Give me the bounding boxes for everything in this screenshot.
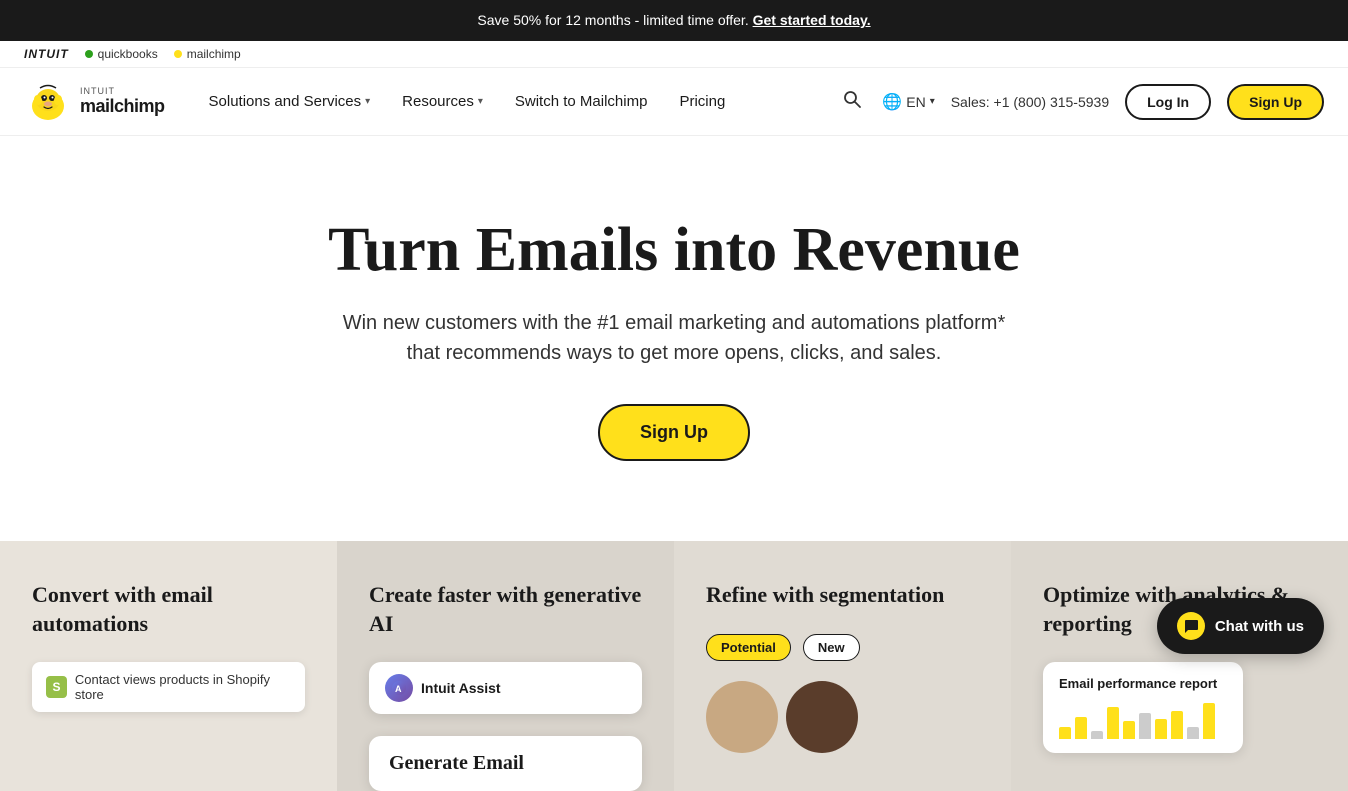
globe-icon: 🌐 [882, 92, 902, 112]
chat-icon [1177, 612, 1205, 640]
person-avatar-2 [786, 681, 858, 753]
top-banner: Save 50% for 12 months - limited time of… [0, 0, 1348, 41]
hero-section: Turn Emails into Revenue Win new custome… [0, 136, 1348, 541]
segmentation-badges: Potential New [706, 634, 979, 661]
bar-2 [1075, 717, 1087, 739]
segmentation-card-title: Refine with segmentation [706, 581, 979, 610]
intuit-assist-label: Intuit Assist [421, 680, 501, 696]
mailchimp-intuit-label: mailchimp [187, 47, 241, 61]
lang-chevron-icon: ▾ [930, 96, 935, 107]
segmentation-people [706, 681, 979, 753]
person-avatar-1 [706, 681, 778, 753]
logo-mailchimp-text: mailchimp [80, 97, 165, 117]
mailchimp-dot [174, 50, 182, 58]
ai-card-title: Create faster with generative AI [369, 581, 642, 638]
nav-solutions-services[interactable]: Solutions and Services ▾ [197, 85, 383, 118]
bar-6 [1139, 713, 1151, 739]
bar-3 [1091, 731, 1103, 739]
nav-right: 🌐 EN ▾ Sales: +1 (800) 315-5939 Log In S… [838, 84, 1324, 120]
solutions-services-label: Solutions and Services [209, 93, 362, 110]
hero-headline: Turn Emails into Revenue [40, 216, 1308, 284]
quickbooks-dot [85, 50, 93, 58]
logo-link[interactable]: INTUIT mailchimp [24, 78, 165, 126]
intuit-assist-card: A Intuit Assist [369, 662, 642, 714]
banner-text: Save 50% for 12 months - limited time of… [477, 12, 748, 28]
mailchimp-link[interactable]: mailchimp [174, 47, 241, 61]
language-label: EN [906, 94, 925, 110]
bar-8 [1171, 711, 1183, 739]
chat-bubble-icon [1183, 618, 1199, 634]
nav-resources[interactable]: Resources ▾ [390, 85, 495, 118]
potential-badge: Potential [706, 634, 791, 661]
nav-pricing[interactable]: Pricing [667, 85, 737, 118]
svg-text:A: A [395, 684, 402, 694]
solutions-chevron-icon: ▾ [365, 96, 370, 107]
resources-label: Resources [402, 93, 474, 110]
main-nav: INTUIT mailchimp Solutions and Services … [0, 68, 1348, 136]
automations-card-title: Convert with email automations [32, 581, 305, 638]
email-report-card: Email performance report [1043, 662, 1243, 753]
feature-cards-row: Convert with email automations S Contact… [0, 541, 1348, 791]
chat-label: Chat with us [1215, 618, 1304, 635]
generate-email-box: Generate Email [369, 736, 642, 791]
intuit-logo: INTUIT [24, 47, 69, 61]
bar-10 [1203, 703, 1215, 739]
search-button[interactable] [838, 85, 866, 118]
resources-chevron-icon: ▾ [478, 96, 483, 107]
banner-cta[interactable]: Get started today. [753, 12, 871, 28]
language-selector[interactable]: 🌐 EN ▾ [882, 92, 934, 112]
feature-card-ai: Create faster with generative AI A [337, 541, 674, 791]
signup-nav-button[interactable]: Sign Up [1227, 84, 1324, 120]
feature-card-segmentation: Refine with segmentation Potential New [674, 541, 1011, 791]
pricing-label: Pricing [679, 93, 725, 110]
bar-7 [1155, 719, 1167, 739]
nav-links: Solutions and Services ▾ Resources ▾ Swi… [197, 85, 839, 118]
nav-switch-mailchimp[interactable]: Switch to Mailchimp [503, 85, 660, 118]
quickbooks-link[interactable]: quickbooks [85, 47, 158, 61]
intuit-bar: INTUIT quickbooks mailchimp [0, 41, 1348, 68]
assist-avatar-icon: A [391, 680, 407, 696]
bar-5 [1123, 721, 1135, 739]
bar-9 [1187, 727, 1199, 739]
new-badge: New [803, 634, 860, 661]
hero-signup-button[interactable]: Sign Up [598, 404, 750, 461]
bar-1 [1059, 727, 1071, 739]
shopify-icon: S [46, 676, 67, 698]
feature-card-analytics: Optimize with analytics & reporting Emai… [1011, 541, 1348, 791]
chat-widget[interactable]: Chat with us [1157, 598, 1324, 654]
report-title: Email performance report [1059, 676, 1227, 691]
shopify-card-text: Contact views products in Shopify store [75, 672, 291, 702]
hero-subtext: Win new customers with the #1 email mark… [314, 308, 1034, 368]
quickbooks-label: quickbooks [98, 47, 158, 61]
search-icon [842, 89, 862, 109]
report-chart [1059, 699, 1227, 739]
intuit-assist-avatar: A [385, 674, 413, 702]
switch-mailchimp-label: Switch to Mailchimp [515, 93, 648, 110]
generate-email-title: Generate Email [389, 752, 622, 775]
bar-4 [1107, 707, 1119, 739]
shopify-notification-card: S Contact views products in Shopify stor… [32, 662, 305, 712]
login-button[interactable]: Log In [1125, 84, 1211, 120]
sales-phone: Sales: +1 (800) 315-5939 [951, 94, 1109, 110]
chimp-logo-icon [24, 78, 72, 126]
feature-card-automations: Convert with email automations S Contact… [0, 541, 337, 791]
